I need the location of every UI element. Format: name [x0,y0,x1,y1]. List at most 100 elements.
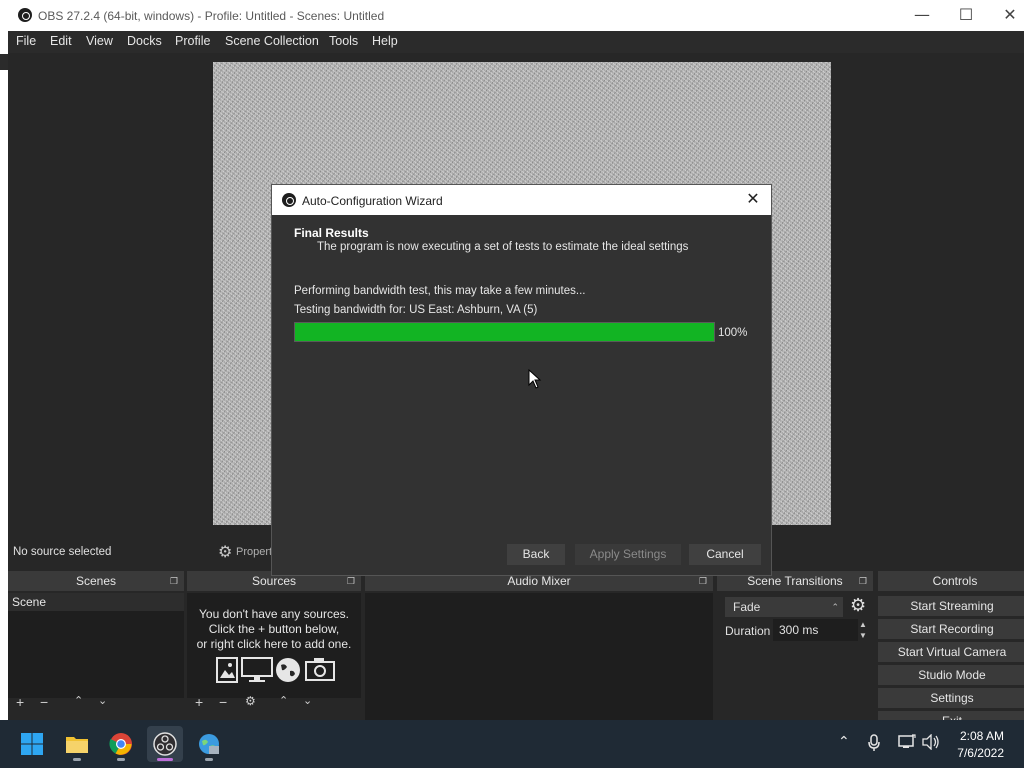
menu-profile[interactable]: Profile [175,34,210,48]
cancel-button[interactable]: Cancel [689,544,761,565]
taskbar-obs[interactable] [147,726,183,762]
window-title: OBS 27.2.4 (64-bit, windows) - Profile: … [38,9,385,23]
transition-select[interactable]: Fade ⌃⌄ [725,597,843,632]
menu-edit[interactable]: Edit [50,34,72,48]
network-icon[interactable] [898,734,916,754]
start-virtual-camera-button[interactable]: Start Virtual Camera [878,642,1024,662]
wizard-close-button[interactable]: ✕ [743,189,763,209]
volume-icon[interactable] [922,733,940,754]
display-icon [241,657,273,683]
progress-fill [295,323,714,341]
scene-transitions-title: Scene Transitions [747,574,843,588]
microphone-icon[interactable] [867,734,881,756]
controls-header: Controls [878,571,1024,591]
menu-help[interactable]: Help [372,34,398,48]
sources-empty-line2: Click the + button below, [208,622,340,636]
remove-scene-icon[interactable]: − [40,694,48,710]
menu-scene-collection[interactable]: Scene Collection [225,34,319,48]
scenes-toolbar: + − ⌃ ⌄ [8,694,184,720]
test-status-line: Performing bandwidth test, this may take… [294,285,586,297]
add-source-icon[interactable]: + [195,694,203,710]
mouse-cursor-icon [528,369,542,389]
minimize-button[interactable]: — [906,4,938,26]
wizard-subheading: The program is now executing a set of te… [317,241,689,253]
taskbar-chrome[interactable] [103,726,139,762]
progress-percent: 100% [718,327,748,339]
maximize-button[interactable]: ☐ [950,4,982,26]
clock-time[interactable]: 2:08 AM [960,729,1004,743]
remove-source-icon[interactable]: − [219,694,227,710]
scene-list-item[interactable]: Scene [8,593,184,611]
sources-empty-line3: or right click here to add one. [196,637,352,651]
audio-mixer-title: Audio Mixer [507,574,571,588]
taskbar: ⌃ 2:08 AM 7/6/2022 [0,720,1024,768]
obs-logo-icon [18,8,32,22]
wizard-titlebar: Auto-Configuration Wizard ✕ [272,185,771,215]
menu-docks[interactable]: Docks [127,34,162,48]
menu-view[interactable]: View [86,34,113,48]
gear-icon[interactable]: ⚙ [245,694,256,708]
running-indicator [205,758,213,761]
test-server-line: Testing bandwidth for: US East: Ashburn,… [294,304,538,316]
taskbar-file-explorer[interactable] [59,726,95,762]
chevron-up-icon[interactable]: ⌃ [838,734,850,750]
add-scene-icon[interactable]: + [16,694,24,710]
move-up-icon[interactable]: ⌃ [74,694,83,707]
sources-toolbar: + − ⚙ ⌃ ⌄ [187,694,361,720]
audio-mixer-dock: Audio Mixer ❐ [365,571,713,720]
transition-value: Fade [733,600,761,614]
move-down-icon[interactable]: ⌄ [303,694,312,707]
sources-empty-message: You don't have any sources. Click the + … [187,607,361,652]
sources-dock-title: Sources [251,574,297,588]
source-type-icons [215,657,335,687]
scenes-dock-title: Scenes [75,574,117,588]
wizard-heading: Final Results [294,226,369,240]
settings-button[interactable]: Settings [878,688,1024,708]
menu-file[interactable]: File [16,34,36,48]
duration-input[interactable]: 300 ms [773,619,858,641]
scenes-dock-header: Scenes ❐ [8,571,184,591]
scene-transitions-dock: Scene Transitions ❐ Fade ⌃⌄ ⚙ Duration 3… [717,571,873,720]
running-indicator [117,758,125,761]
move-down-icon[interactable]: ⌄ [98,694,107,707]
start-recording-button[interactable]: Start Recording [878,619,1024,639]
menu-tools[interactable]: Tools [329,34,358,48]
image-icon [215,657,239,683]
progress-bar [294,322,715,342]
running-indicator [73,758,81,761]
studio-mode-button[interactable]: Studio Mode [878,665,1024,685]
sources-list[interactable]: You don't have any sources. Click the + … [187,593,361,698]
obs-icon [153,732,177,756]
exit-button[interactable]: Exit [878,711,1024,720]
gear-icon: ⚙ [218,542,233,561]
undock-icon[interactable]: ❐ [859,571,867,591]
camera-icon [305,657,335,683]
taskbar-network-app[interactable] [191,726,227,762]
close-button[interactable]: ✕ [994,4,1024,26]
globe-icon [275,657,300,683]
duration-spinner-icon[interactable]: ▲ ▼ [856,619,870,641]
duration-label: Duration [725,624,771,638]
scenes-dock: Scenes ❐ Scene + − ⌃ ⌄ [8,571,184,720]
clock-date[interactable]: 7/6/2022 [957,746,1004,760]
active-indicator [157,758,173,761]
network-globe-icon [199,734,219,754]
gear-icon[interactable]: ⚙ [850,595,866,616]
sources-empty-line1: You don't have any sources. [199,607,349,621]
audio-mixer-body [365,593,713,720]
wizard-title: Auto-Configuration Wizard [302,194,443,208]
move-up-icon[interactable]: ⌃ [279,694,288,707]
folder-icon [66,737,88,753]
scenes-list[interactable]: Scene [8,593,184,698]
sources-dock: Sources ❐ You don't have any sources. Cl… [187,571,361,720]
start-button[interactable] [14,726,50,762]
no-source-label: No source selected [13,546,112,558]
start-streaming-button[interactable]: Start Streaming [878,596,1024,616]
undock-icon[interactable]: ❐ [170,571,178,591]
obs-logo-icon [282,193,296,207]
controls-title: Controls [932,574,978,588]
desktop-edge [0,0,8,720]
back-button[interactable]: Back [507,544,565,565]
controls-dock: Controls Start Streaming Start Recording… [878,571,1024,720]
apply-settings-button[interactable]: Apply Settings [575,544,681,565]
